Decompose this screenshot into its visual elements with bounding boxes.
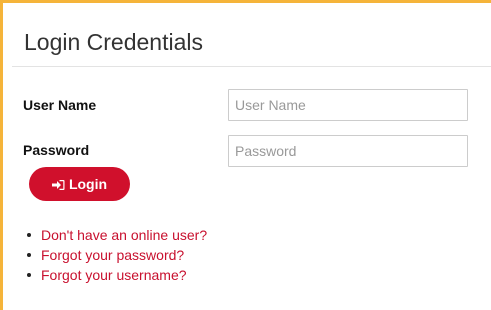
login-button[interactable]: Login bbox=[29, 167, 130, 201]
sign-in-icon bbox=[51, 178, 65, 190]
password-input[interactable] bbox=[228, 135, 468, 167]
no-online-user-link[interactable]: Don't have an online user? bbox=[41, 227, 207, 243]
list-item: Forgot your username? bbox=[26, 265, 207, 285]
password-label: Password bbox=[23, 142, 90, 158]
username-input[interactable] bbox=[228, 89, 468, 121]
bullet-icon bbox=[27, 233, 31, 237]
panel-title: Login Credentials bbox=[24, 29, 204, 55]
username-label: User Name bbox=[23, 97, 97, 113]
forgot-password-link[interactable]: Forgot your password? bbox=[41, 247, 184, 263]
bullet-icon bbox=[27, 273, 31, 277]
forgot-username-link[interactable]: Forgot your username? bbox=[41, 267, 187, 283]
title-divider bbox=[12, 66, 491, 67]
list-item: Forgot your password? bbox=[26, 245, 207, 265]
bullet-icon bbox=[27, 253, 31, 257]
help-links-list: Don't have an online user? Forgot your p… bbox=[26, 225, 207, 285]
login-button-label: Login bbox=[68, 176, 108, 192]
login-credentials-panel: Login Credentials User Name Password Log… bbox=[0, 0, 491, 310]
list-item: Don't have an online user? bbox=[26, 225, 207, 245]
